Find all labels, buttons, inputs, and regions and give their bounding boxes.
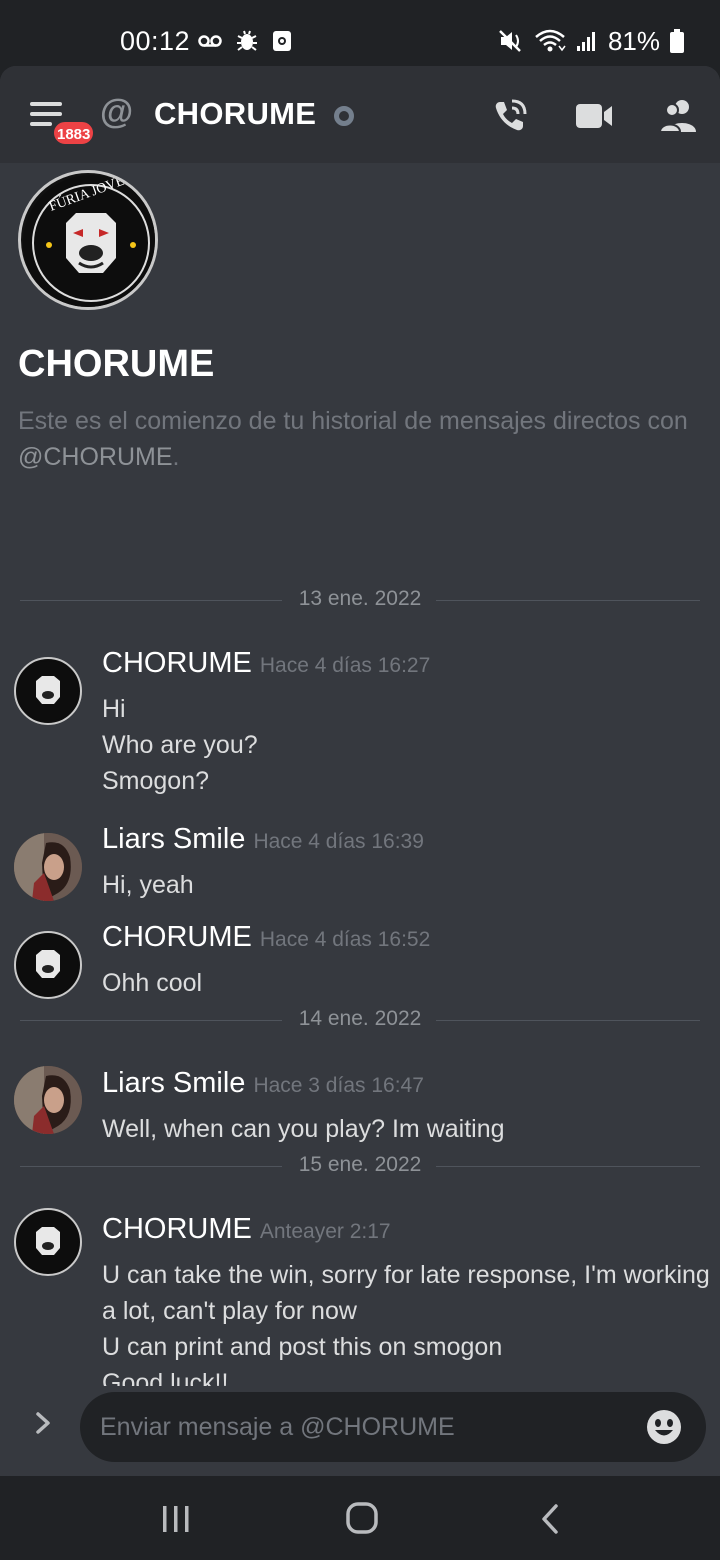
avatar[interactable] [14,931,82,999]
message-author[interactable]: Liars Smile [102,823,245,855]
menu-icon [30,102,62,106]
emoji-icon[interactable] [646,1409,682,1445]
furia-jovem-avatar-icon [18,661,78,721]
status-time: 00:12 [120,26,191,56]
date-divider-label: 15 ene. 2022 [284,1153,436,1176]
video-camera-icon[interactable] [574,100,614,132]
intro-title: CHORUME [18,343,215,385]
message-input[interactable] [100,1392,640,1462]
menu-button[interactable]: 1883 [30,98,96,146]
message-timestamp: Hace 4 días 16:52 [259,928,431,951]
message-timestamp: Anteayer 2:17 [259,1220,391,1243]
battery-level: 81% [607,25,660,56]
notification-badge: 1883 [52,120,96,146]
message-author[interactable]: CHORUME [102,1213,252,1245]
message-text: Well, when can you play? Im waiting [102,1115,505,1143]
message-text: Who are you? [102,731,258,759]
back-icon[interactable] [524,1500,574,1540]
menu-icon-line [30,112,62,116]
date-divider: 13 ene. 2022 [20,585,700,615]
user-photo [14,833,82,901]
menu-icon-line [30,122,52,126]
phone-call-icon[interactable] [490,96,530,136]
screenshot-icon [273,31,291,51]
voicemail-icon [198,35,222,47]
message-text: Smogon? [102,767,210,795]
date-divider-label: 13 ene. 2022 [284,587,436,610]
intro-text-body: Este es el comienzo de tu historial de m… [18,407,688,435]
at-icon: @ [100,93,134,131]
furia-jovem-avatar-icon [18,1212,78,1272]
avatar[interactable] [14,657,82,725]
message-text: Hi, yeah [102,871,194,899]
intro-text: Este es el comienzo de tu historial de m… [18,403,708,475]
furia-jovem-avatar-icon [18,935,78,995]
message-text: Hi [102,695,126,723]
channel-title: CHORUME [154,96,317,131]
avatar[interactable] [14,833,82,901]
channel-header: 1883 @ CHORUME [0,66,720,163]
signal-icon [576,32,595,51]
intro-text-suffix: . [172,443,180,471]
system-nav-bar [0,1476,720,1560]
home-icon[interactable] [337,1500,387,1540]
message-field[interactable] [80,1392,706,1462]
bug-icon [237,30,257,51]
message-timestamp: Hace 4 días 16:39 [253,830,424,853]
recent-apps-icon[interactable] [151,1500,201,1540]
message-text: U can take the win, sorry for late respo… [102,1261,710,1289]
intro-handle[interactable]: @CHORUME [18,443,173,471]
battery-icon [670,29,684,53]
avatar[interactable] [14,1066,82,1134]
offline-status-icon [334,106,354,126]
message-timestamp: Hace 3 días 16:47 [253,1074,424,1097]
date-divider-label: 14 ene. 2022 [284,1007,436,1030]
status-bar: 00:12 81% [0,0,720,70]
user-photo [14,1066,82,1134]
message-author[interactable]: Liars Smile [102,1067,245,1099]
chevron-right-icon[interactable] [32,1408,56,1438]
date-divider: 14 ene. 2022 [20,1005,700,1035]
profile-avatar[interactable]: FÚRIA JOVEM [18,170,158,310]
members-icon[interactable] [658,98,698,134]
message-text: U can print and post this on smogon [102,1333,503,1361]
message-author[interactable]: CHORUME [102,921,252,953]
message-timestamp: Hace 4 días 16:27 [259,654,431,677]
furia-jovem-logo: FÚRIA JOVEM [23,173,155,307]
avatar[interactable] [14,1208,82,1276]
date-divider: 15 ene. 2022 [20,1151,700,1181]
chat-area[interactable]: FÚRIA JOVEM CHORUME Este es el comienzo … [0,163,720,1397]
message-author[interactable]: CHORUME [102,647,252,679]
app-window: 1883 @ CHORUME FÚRIA JOVEM CHORUME Este … [0,66,720,1476]
message-text: a lot, can't play for now [102,1297,357,1325]
message-composer [0,1386,720,1476]
mute-icon [499,30,521,52]
wifi-icon [535,29,566,52]
message-text: Ohh cool [102,969,203,997]
